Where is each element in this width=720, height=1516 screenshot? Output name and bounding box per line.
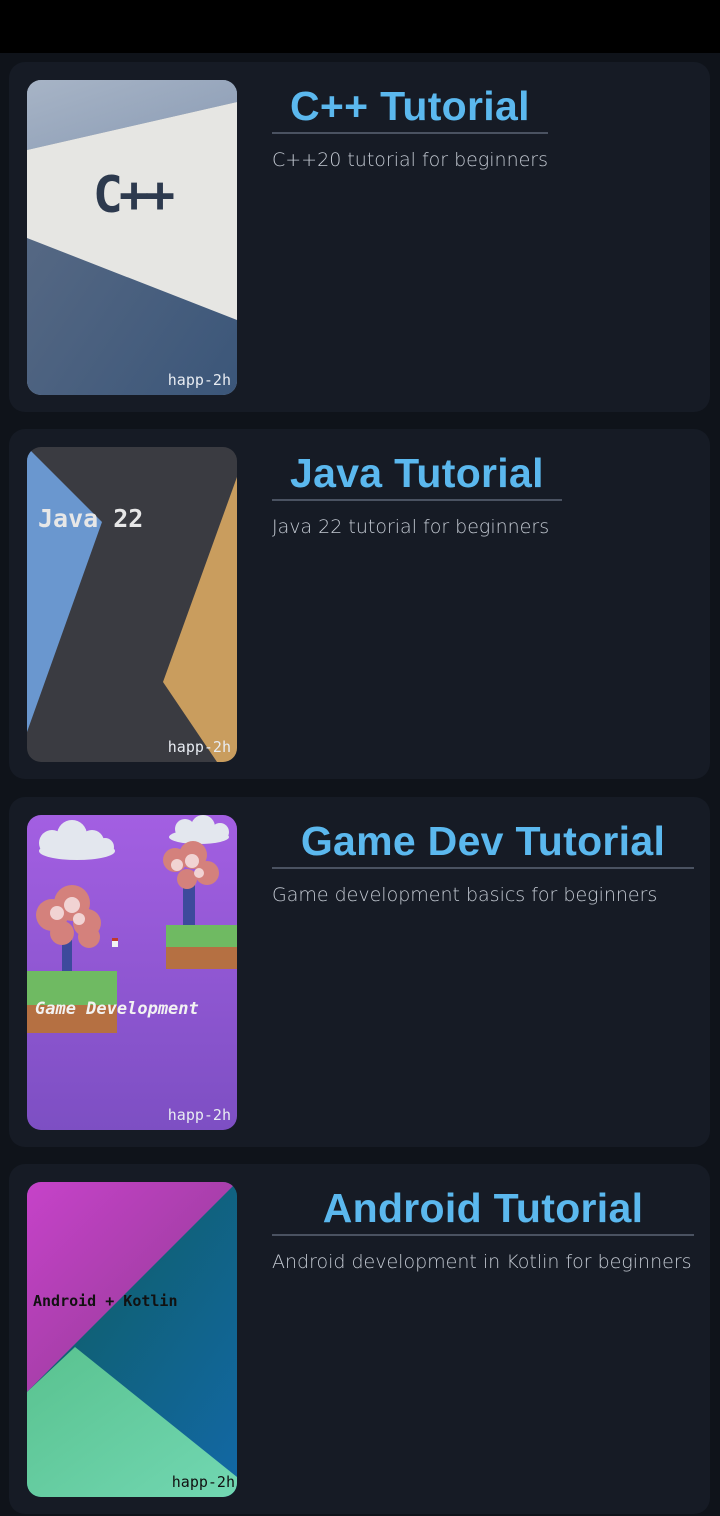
course-title[interactable]: C++ Tutorial — [272, 82, 548, 130]
gamedev-cover-art — [27, 815, 237, 1130]
cover-watermark: happ-2h — [167, 738, 231, 756]
gamedev-cover-title: Game Development — [35, 999, 199, 1019]
course-cover-cpp: C++ happ-2h — [27, 80, 237, 395]
course-description: Android development in Kotlin for beginn… — [272, 1251, 692, 1273]
course-title[interactable]: Game Dev Tutorial — [272, 817, 694, 865]
cover-watermark: happ-2h — [171, 1473, 235, 1491]
course-title[interactable]: Java Tutorial — [272, 449, 562, 497]
course-title-underline: Android Tutorial — [272, 1184, 694, 1236]
cover-watermark: happ-2h — [167, 371, 231, 389]
status-bar — [0, 0, 720, 53]
course-card-java[interactable]: Java 22 happ-2h Java Tutorial Java 22 tu… — [9, 429, 710, 779]
course-cover-android: Android + Kotlin happ-2h — [27, 1182, 237, 1497]
course-card-android[interactable]: Android + Kotlin happ-2h Android Tutoria… — [9, 1164, 710, 1514]
cover-watermark: happ-2h — [167, 1106, 231, 1124]
course-title[interactable]: Android Tutorial — [272, 1184, 694, 1232]
course-description: C++20 tutorial for beginners — [272, 149, 549, 171]
course-description: Java 22 tutorial for beginners — [272, 516, 550, 538]
cpp-cover-title: C++ — [92, 166, 175, 224]
course-card-gamedev[interactable]: Game Development happ-2h Game Dev Tutori… — [9, 797, 710, 1147]
course-description: Game development basics for beginners — [272, 884, 658, 906]
android-cover-title: Android + Kotlin — [33, 1292, 178, 1310]
course-card-cpp[interactable]: C++ happ-2h C++ Tutorial C++20 tutorial … — [9, 62, 710, 412]
java-cover-title: Java 22 — [38, 504, 144, 533]
course-title-underline: Game Dev Tutorial — [272, 817, 694, 869]
cpp-cover-art — [27, 80, 237, 395]
course-title-underline: Java Tutorial — [272, 449, 562, 501]
course-cover-java: Java 22 happ-2h — [27, 447, 237, 762]
course-title-underline: C++ Tutorial — [272, 82, 548, 134]
android-cover-art — [27, 1182, 237, 1497]
java-cover-art — [27, 447, 237, 762]
course-cover-gamedev: Game Development happ-2h — [27, 815, 237, 1130]
